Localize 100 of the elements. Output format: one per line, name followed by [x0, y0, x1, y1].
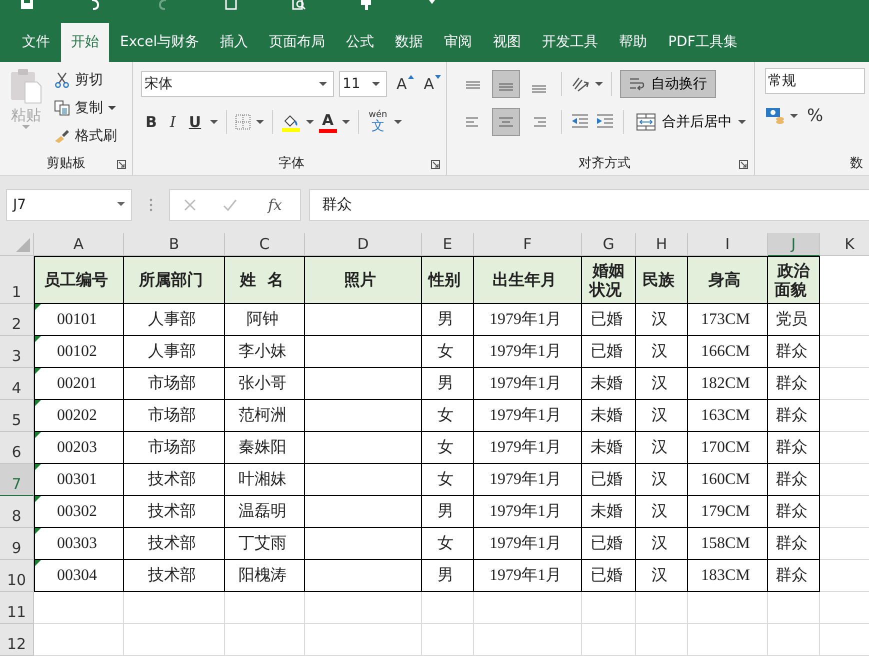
column-header[interactable]: B — [124, 233, 225, 256]
error-indicator-icon[interactable] — [35, 560, 41, 566]
row-header[interactable]: 1 — [0, 256, 34, 304]
check-icon[interactable] — [222, 196, 238, 212]
bold-button[interactable]: B — [141, 111, 161, 133]
ribbon-tab[interactable]: Excel与财务 — [110, 23, 210, 62]
column-header[interactable]: I — [688, 233, 768, 256]
caret-icon[interactable] — [256, 120, 264, 124]
formula-input[interactable]: 群众 — [309, 188, 869, 220]
column-header[interactable]: H — [636, 233, 688, 256]
underline-button[interactable]: U — [184, 111, 206, 133]
table-cell: 技术部 — [124, 496, 225, 528]
ribbon-tab[interactable]: 文件 — [12, 23, 60, 62]
error-indicator-icon[interactable] — [35, 400, 41, 406]
italic-button[interactable]: I — [166, 111, 180, 133]
row-header[interactable]: 5 — [0, 400, 34, 432]
table-cell: 汉 — [636, 496, 688, 528]
row-header[interactable]: 4 — [0, 368, 34, 400]
column-header[interactable]: K — [820, 233, 869, 256]
error-indicator-icon[interactable] — [35, 368, 41, 374]
insert-function-button[interactable]: fx — [262, 194, 288, 214]
ribbon-tab[interactable]: 帮助 — [609, 23, 658, 62]
column-heading-cell: 民族 — [636, 256, 688, 304]
column-header[interactable]: C — [225, 233, 305, 256]
painter-button[interactable]: 格式刷 — [54, 124, 117, 148]
ribbon-tab[interactable]: 开始 — [61, 23, 109, 62]
dialog-launcher-icon[interactable] — [739, 160, 748, 169]
table-cell: 已婚 — [582, 336, 636, 368]
dialog-launcher-icon[interactable] — [117, 160, 126, 169]
percent-button[interactable]: % — [803, 104, 828, 128]
error-indicator-icon[interactable] — [35, 464, 41, 470]
caret-icon[interactable] — [428, 0, 436, 6]
row-header[interactable]: 8 — [0, 496, 34, 528]
font-color-button[interactable]: A — [319, 112, 337, 132]
font-name-field[interactable]: 宋体 — [141, 71, 334, 97]
align-lines-icon — [464, 80, 482, 88]
drag-handle-icon[interactable] — [149, 198, 153, 212]
error-indicator-icon[interactable] — [35, 528, 41, 534]
ribbon-tab[interactable]: PDF工具集 — [658, 23, 748, 62]
ribbon-tab[interactable]: 视图 — [483, 23, 532, 62]
row-header[interactable]: 10 — [0, 560, 34, 592]
column-header[interactable]: F — [474, 233, 582, 256]
table-cell: 1979年1月 — [474, 400, 582, 432]
error-indicator-icon[interactable] — [35, 336, 41, 342]
align-center-button[interactable] — [492, 108, 520, 136]
table-cell: 173CM — [688, 304, 768, 336]
error-indicator-icon[interactable] — [35, 432, 41, 438]
row-header[interactable]: 9 — [0, 528, 34, 560]
up-triangle-icon — [408, 75, 414, 79]
ribbon-tab[interactable]: 插入 — [210, 23, 258, 62]
save-icon[interactable] — [20, 0, 34, 10]
font-size-field[interactable]: 11 — [339, 71, 388, 97]
table-cell: 00203 — [34, 432, 124, 464]
caret-icon[interactable] — [306, 120, 314, 124]
error-indicator-icon[interactable] — [35, 496, 41, 502]
copy-button[interactable]: 复制 — [54, 96, 117, 120]
row-header[interactable]: 11 — [0, 592, 34, 624]
currency-icon[interactable] — [765, 106, 785, 126]
table-cell: 已婚 — [582, 560, 636, 592]
table-cell: 群众 — [768, 560, 820, 592]
paintbrush-icon — [54, 128, 70, 144]
row-header[interactable]: 3 — [0, 336, 34, 368]
row-header[interactable]: 6 — [0, 432, 34, 464]
row-header[interactable]: 7 — [0, 464, 34, 496]
increase-font-size-button[interactable]: A — [392, 73, 415, 95]
table-cell: 群众 — [768, 400, 820, 432]
ribbon-tab[interactable]: 开发工具 — [532, 23, 608, 62]
column-header[interactable]: A — [34, 233, 124, 256]
table-cell: 170CM — [688, 432, 768, 464]
caret-icon[interactable] — [342, 120, 350, 124]
name-box[interactable]: J7 — [6, 188, 132, 220]
table-cell: 未婚 — [582, 400, 636, 432]
column-header[interactable]: D — [305, 233, 422, 256]
column-header[interactable]: G — [582, 233, 636, 256]
cut-button[interactable]: 剪切 — [54, 68, 117, 92]
column-header[interactable]: E — [422, 233, 474, 256]
caret-icon[interactable] — [394, 120, 402, 124]
ribbon-tab[interactable]: 数据 — [385, 23, 434, 62]
column-header[interactable]: J — [768, 233, 820, 256]
caret-icon[interactable] — [210, 120, 218, 124]
number-format-field[interactable]: 常规 — [765, 68, 865, 94]
align-middle-button[interactable] — [492, 70, 520, 98]
dialog-launcher-icon[interactable] — [431, 160, 440, 169]
print-preview-icon[interactable] — [292, 0, 306, 10]
merge-center-button[interactable]: 合并后居中 — [632, 112, 750, 132]
table-cell: 未婚 — [582, 368, 636, 400]
borders-icon[interactable] — [235, 114, 252, 130]
ribbon-tab[interactable]: 公式 — [336, 23, 384, 62]
row-header[interactable]: 2 — [0, 304, 34, 336]
row-header[interactable]: 12 — [0, 624, 34, 656]
wrap-text-button[interactable]: 自动换行 — [620, 70, 716, 98]
decrease-font-size-button[interactable]: A — [420, 73, 442, 95]
caret-icon[interactable] — [595, 82, 603, 86]
caret-icon — [117, 202, 125, 207]
caret-icon[interactable] — [790, 114, 798, 118]
table-cell: 群众 — [768, 464, 820, 496]
table-cell: 00102 — [34, 336, 124, 368]
ribbon-tab[interactable]: 页面布局 — [259, 23, 336, 62]
ribbon-tab[interactable]: 审阅 — [434, 23, 482, 62]
phonetic-guide-button[interactable]: wén 文 — [366, 111, 390, 133]
